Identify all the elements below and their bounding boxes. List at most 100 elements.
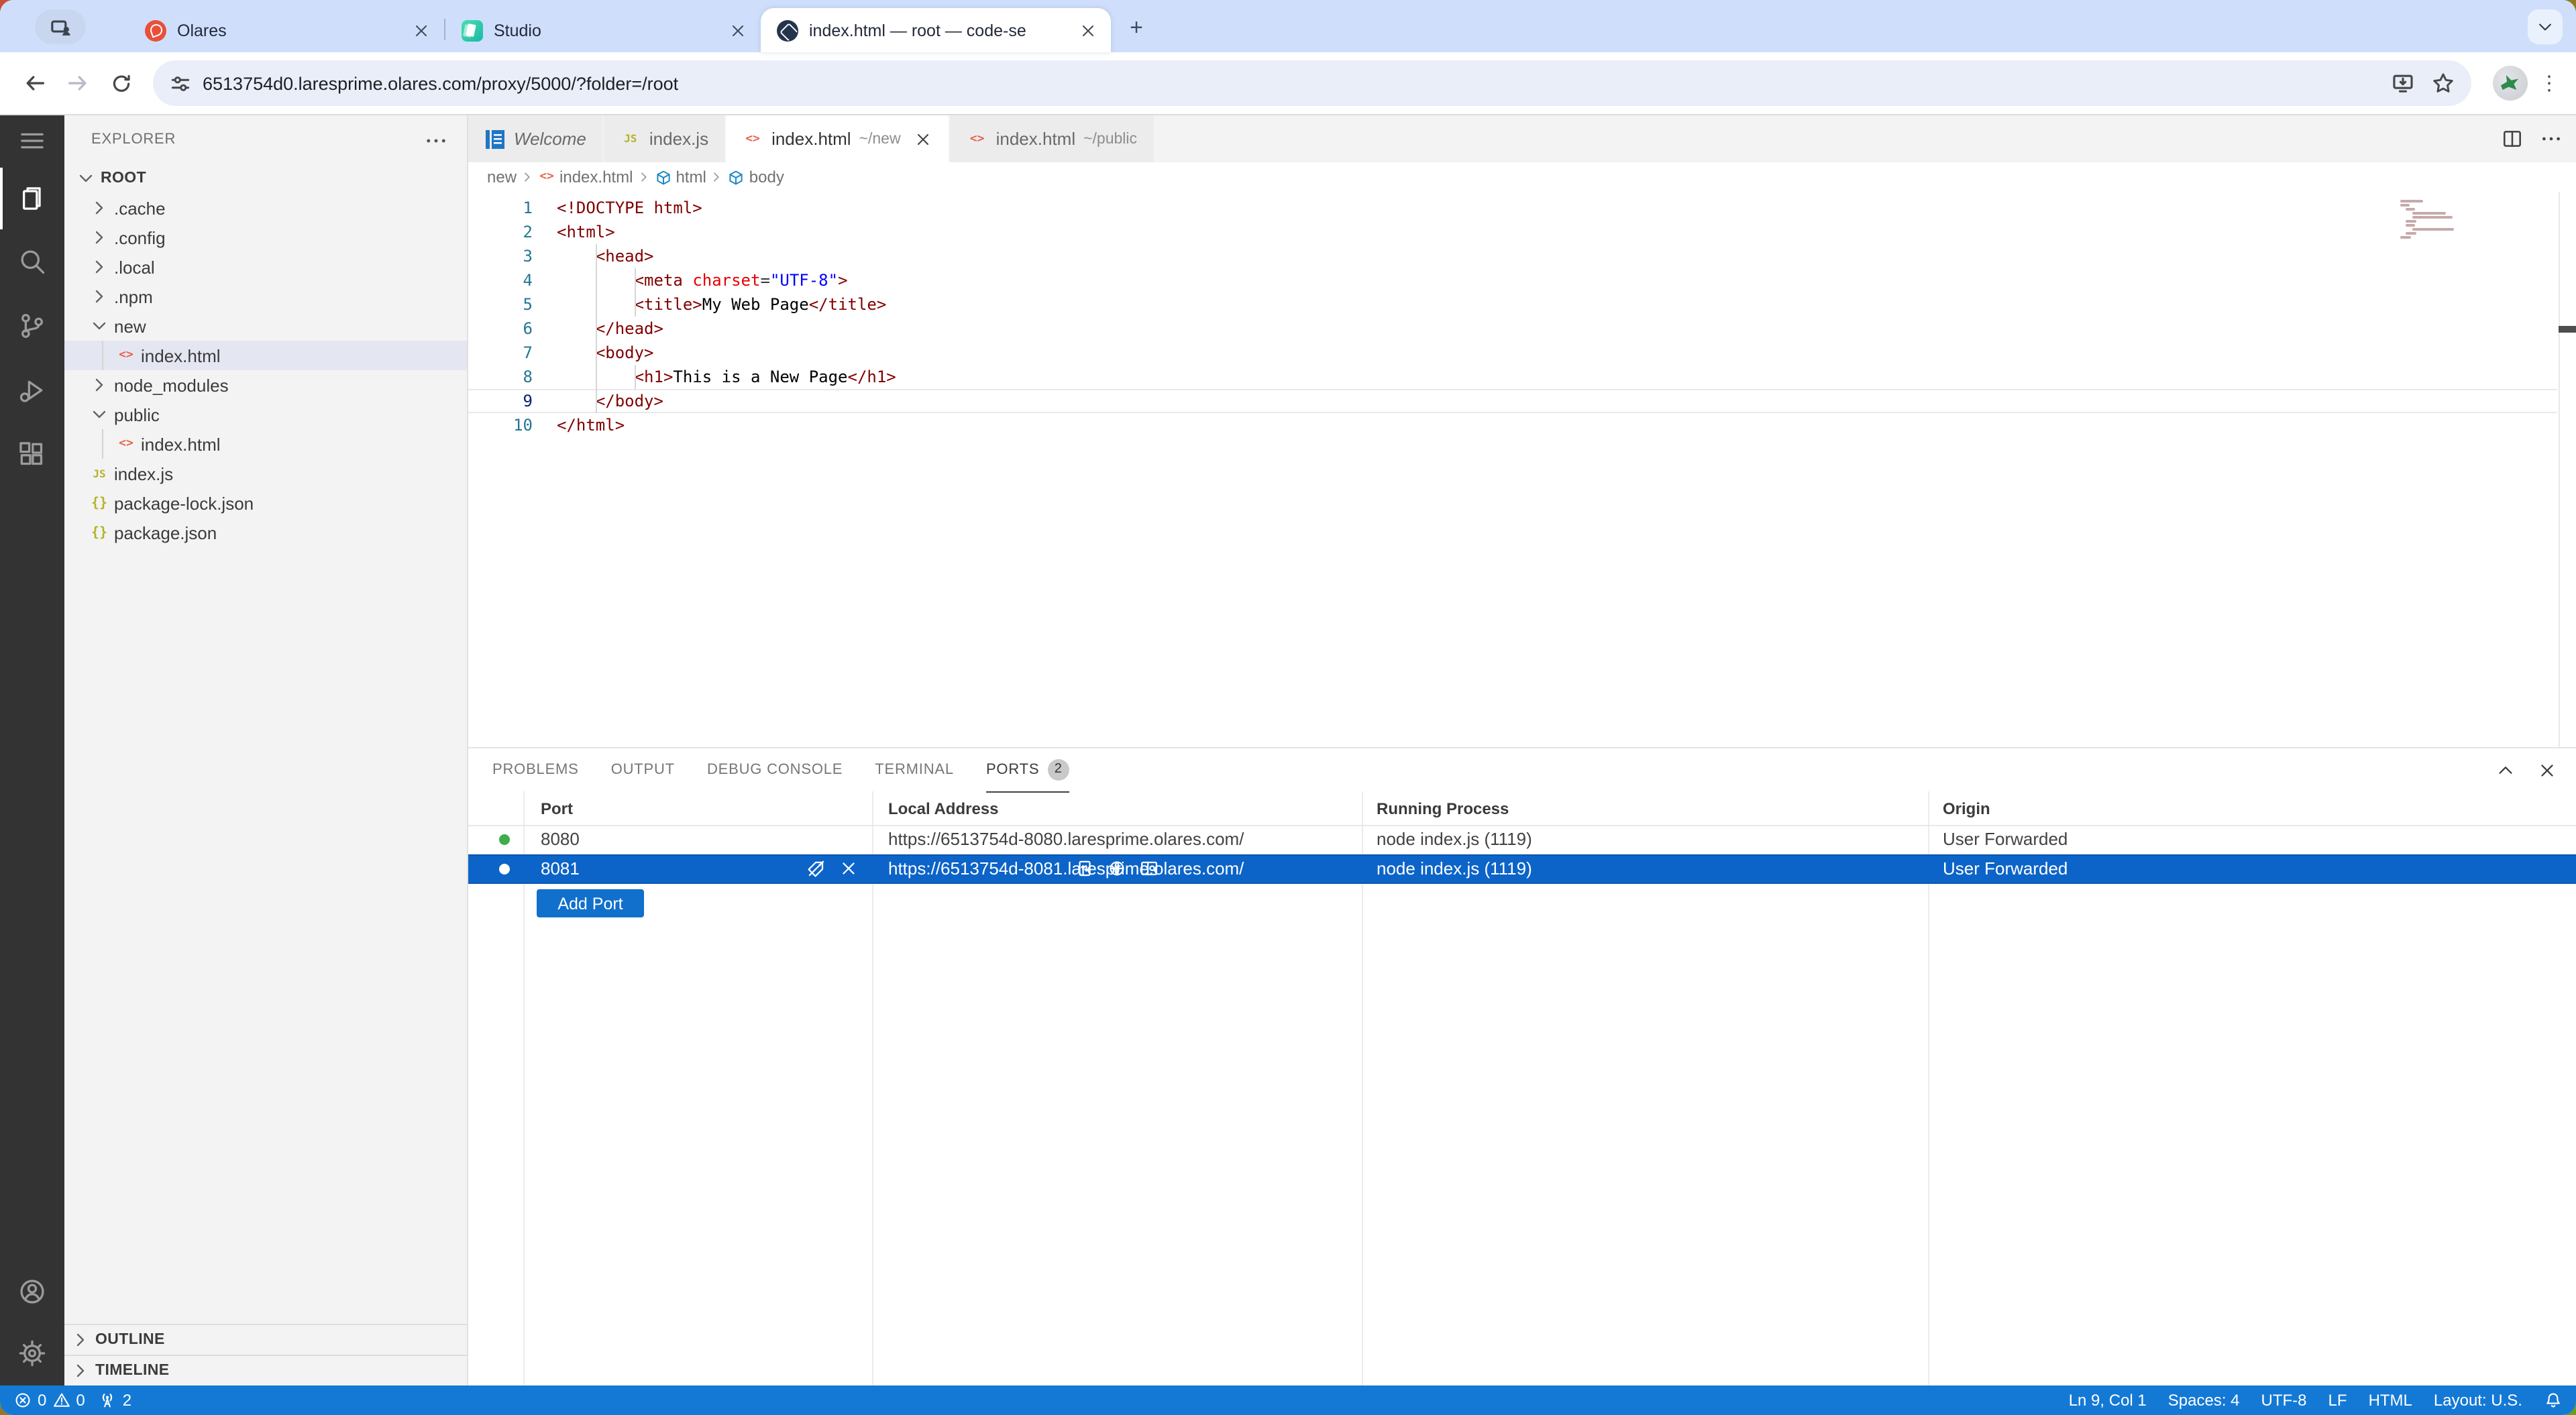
port-label-icon[interactable] (806, 858, 826, 879)
reload-button[interactable] (102, 64, 140, 102)
code-line-2[interactable]: 2<html> (468, 220, 2557, 244)
port-row-8080[interactable]: 8080https://6513754d-8080.laresprime.ola… (468, 825, 2576, 854)
browser-tab-studio[interactable]: Studio (445, 8, 761, 52)
port-row-8081[interactable]: 8081https://6513754d-8081.laresprime.ola… (468, 854, 2576, 884)
status-item-layout-u-s-[interactable]: Layout: U.S. (2434, 1391, 2522, 1410)
explorer-item-root[interactable]: ROOT (64, 164, 467, 193)
code-line-4[interactable]: 4 <meta charset="UTF-8"> (468, 268, 2557, 292)
panel-tab-debug-console[interactable]: DEBUG CONSOLE (707, 748, 843, 791)
code-editor[interactable]: 1<!DOCTYPE html>2<html>3 <head>4 <meta c… (468, 192, 2576, 747)
minimap-line (2400, 200, 2424, 203)
explorer-item-new[interactable]: new (64, 311, 467, 341)
extensions-icon[interactable] (17, 440, 47, 469)
code-line-8[interactable]: 8 <h1>This is a New Page</h1> (468, 365, 2557, 389)
local-address[interactable]: https://6513754d-8081.laresprime.olares.… (888, 854, 1244, 884)
explorer-item-node-modules[interactable]: node_modules (64, 370, 467, 400)
code-line-3[interactable]: 3 <head> (468, 244, 2557, 268)
warning-count: 0 (76, 1391, 85, 1410)
settings-gear-icon[interactable] (17, 1339, 47, 1368)
close-tab-icon[interactable] (1079, 21, 1097, 40)
split-editor-icon[interactable] (2501, 127, 2524, 150)
status-item-spaces-4[interactable]: Spaces: 4 (2168, 1391, 2240, 1410)
menu-icon[interactable] (17, 126, 47, 156)
code-line-6[interactable]: 6 </head> (468, 317, 2557, 341)
stop-forward-icon[interactable] (839, 858, 859, 879)
status-item-html[interactable]: HTML (2369, 1391, 2412, 1410)
run-debug-icon[interactable] (17, 376, 47, 405)
explorer-item--cache[interactable]: .cache (64, 193, 467, 223)
status-bar-right: Ln 9, Col 1 Spaces: 4 UTF-8 LF HTML Layout: U… (2069, 1391, 2522, 1410)
explorer-item--local[interactable]: .local (64, 252, 467, 282)
editor-tab-indexhtml-public[interactable]: <> index.html ~/public (951, 115, 1155, 162)
panel-tab-terminal[interactable]: TERMINAL (875, 748, 954, 791)
account-icon[interactable] (17, 1277, 47, 1306)
timeline-section[interactable]: TIMELINE (64, 1355, 467, 1385)
item-label: .config (114, 227, 166, 247)
forward-button[interactable] (59, 64, 97, 102)
browser-menu-button[interactable]: ⋮ (2536, 64, 2563, 102)
minimap[interactable] (2400, 200, 2548, 240)
chevron-down-icon (75, 168, 97, 189)
profile-avatar[interactable] (2493, 66, 2528, 101)
search-icon[interactable] (17, 247, 47, 276)
chevron-down-icon (89, 315, 110, 337)
panel-tab-output[interactable]: OUTPUT (611, 748, 675, 791)
code-line-1[interactable]: 1<!DOCTYPE html> (468, 196, 2557, 220)
code-line-9[interactable]: 9 </body> (468, 389, 2557, 413)
add-port-button[interactable]: Add Port (537, 889, 644, 917)
notifications-bell-icon[interactable] (2544, 1391, 2563, 1410)
breadcrumb-item-index.html[interactable]: <>index.html (538, 168, 633, 186)
maximize-panel-icon[interactable] (2496, 760, 2516, 781)
editor-tab-indexhtml-new[interactable]: <> index.html ~/new (726, 115, 951, 162)
status-item-lf[interactable]: LF (2328, 1391, 2347, 1410)
tab-overview-button[interactable] (35, 9, 86, 44)
explorer-item-package-lock-json[interactable]: {}package-lock.json (64, 488, 467, 518)
explorer-item-index-html[interactable]: <>index.html (64, 429, 467, 459)
bookmark-star-icon[interactable] (2431, 71, 2455, 95)
problems-status[interactable]: 0 0 (13, 1391, 85, 1410)
close-tab-icon[interactable] (729, 21, 747, 40)
close-tab-icon[interactable] (914, 129, 933, 148)
breadcrumb-item-html[interactable]: html (654, 168, 706, 186)
html-file-icon: <> (115, 349, 137, 362)
browser-tab-code-server[interactable]: index.html — root — code-se (761, 8, 1111, 52)
explorer-item-index-html[interactable]: <>index.html (64, 341, 467, 370)
editor-tab-welcome[interactable]: Welcome (468, 115, 604, 162)
install-app-icon[interactable] (2391, 71, 2415, 95)
code-line-7[interactable]: 7 <body> (468, 341, 2557, 365)
editor-more-actions-icon[interactable] (2540, 127, 2563, 150)
source-control-icon[interactable] (17, 311, 47, 341)
breadcrumb-item-new[interactable]: new (487, 168, 517, 186)
browser-tab-olares[interactable]: Olares (129, 8, 444, 52)
back-button[interactable] (16, 64, 54, 102)
preview-in-editor-icon[interactable] (1139, 858, 1159, 879)
status-item-ln-9-col-1[interactable]: Ln 9, Col 1 (2069, 1391, 2147, 1410)
outline-section[interactable]: OUTLINE (64, 1324, 467, 1355)
code-line-5[interactable]: 5 <title>My Web Page</title> (468, 292, 2557, 317)
explorer-more-actions-icon[interactable] (424, 129, 448, 153)
explorer-item--config[interactable]: .config (64, 223, 467, 252)
open-in-browser-icon[interactable] (1107, 858, 1127, 879)
copy-address-icon[interactable] (1075, 858, 1095, 879)
close-panel-icon[interactable] (2537, 760, 2557, 781)
panel-tab-problems[interactable]: PROBLEMS (492, 748, 579, 791)
explorer-item-public[interactable]: public (64, 400, 467, 429)
tab-search-button[interactable] (2528, 9, 2563, 44)
explorer-item-index-js[interactable]: JSindex.js (64, 459, 467, 488)
breadcrumb[interactable]: new <>index.html html body (468, 162, 2576, 192)
panel-tab-ports[interactable]: PORTS2 (986, 748, 1069, 792)
forwarded-ports-status[interactable]: 2 (99, 1391, 131, 1410)
new-tab-button[interactable]: + (1119, 11, 1154, 46)
address-bar[interactable]: 6513754d0.laresprime.olares.com/proxy/50… (153, 60, 2471, 106)
code-line-10[interactable]: 10</html> (468, 413, 2557, 437)
close-tab-icon[interactable] (412, 21, 431, 40)
explorer-item--npm[interactable]: .npm (64, 282, 467, 311)
site-settings-icon[interactable] (169, 72, 192, 95)
editor-tab-indexjs[interactable]: JS index.js (604, 115, 726, 162)
url-text[interactable]: 6513754d0.laresprime.olares.com/proxy/50… (203, 73, 2375, 93)
local-address[interactable]: https://6513754d-8080.laresprime.olares.… (888, 825, 1244, 854)
breadcrumb-item-body[interactable]: body (728, 168, 784, 186)
status-item-utf-8[interactable]: UTF-8 (2261, 1391, 2307, 1410)
explorer-icon[interactable] (17, 184, 47, 213)
explorer-item-package-json[interactable]: {}package.json (64, 518, 467, 547)
